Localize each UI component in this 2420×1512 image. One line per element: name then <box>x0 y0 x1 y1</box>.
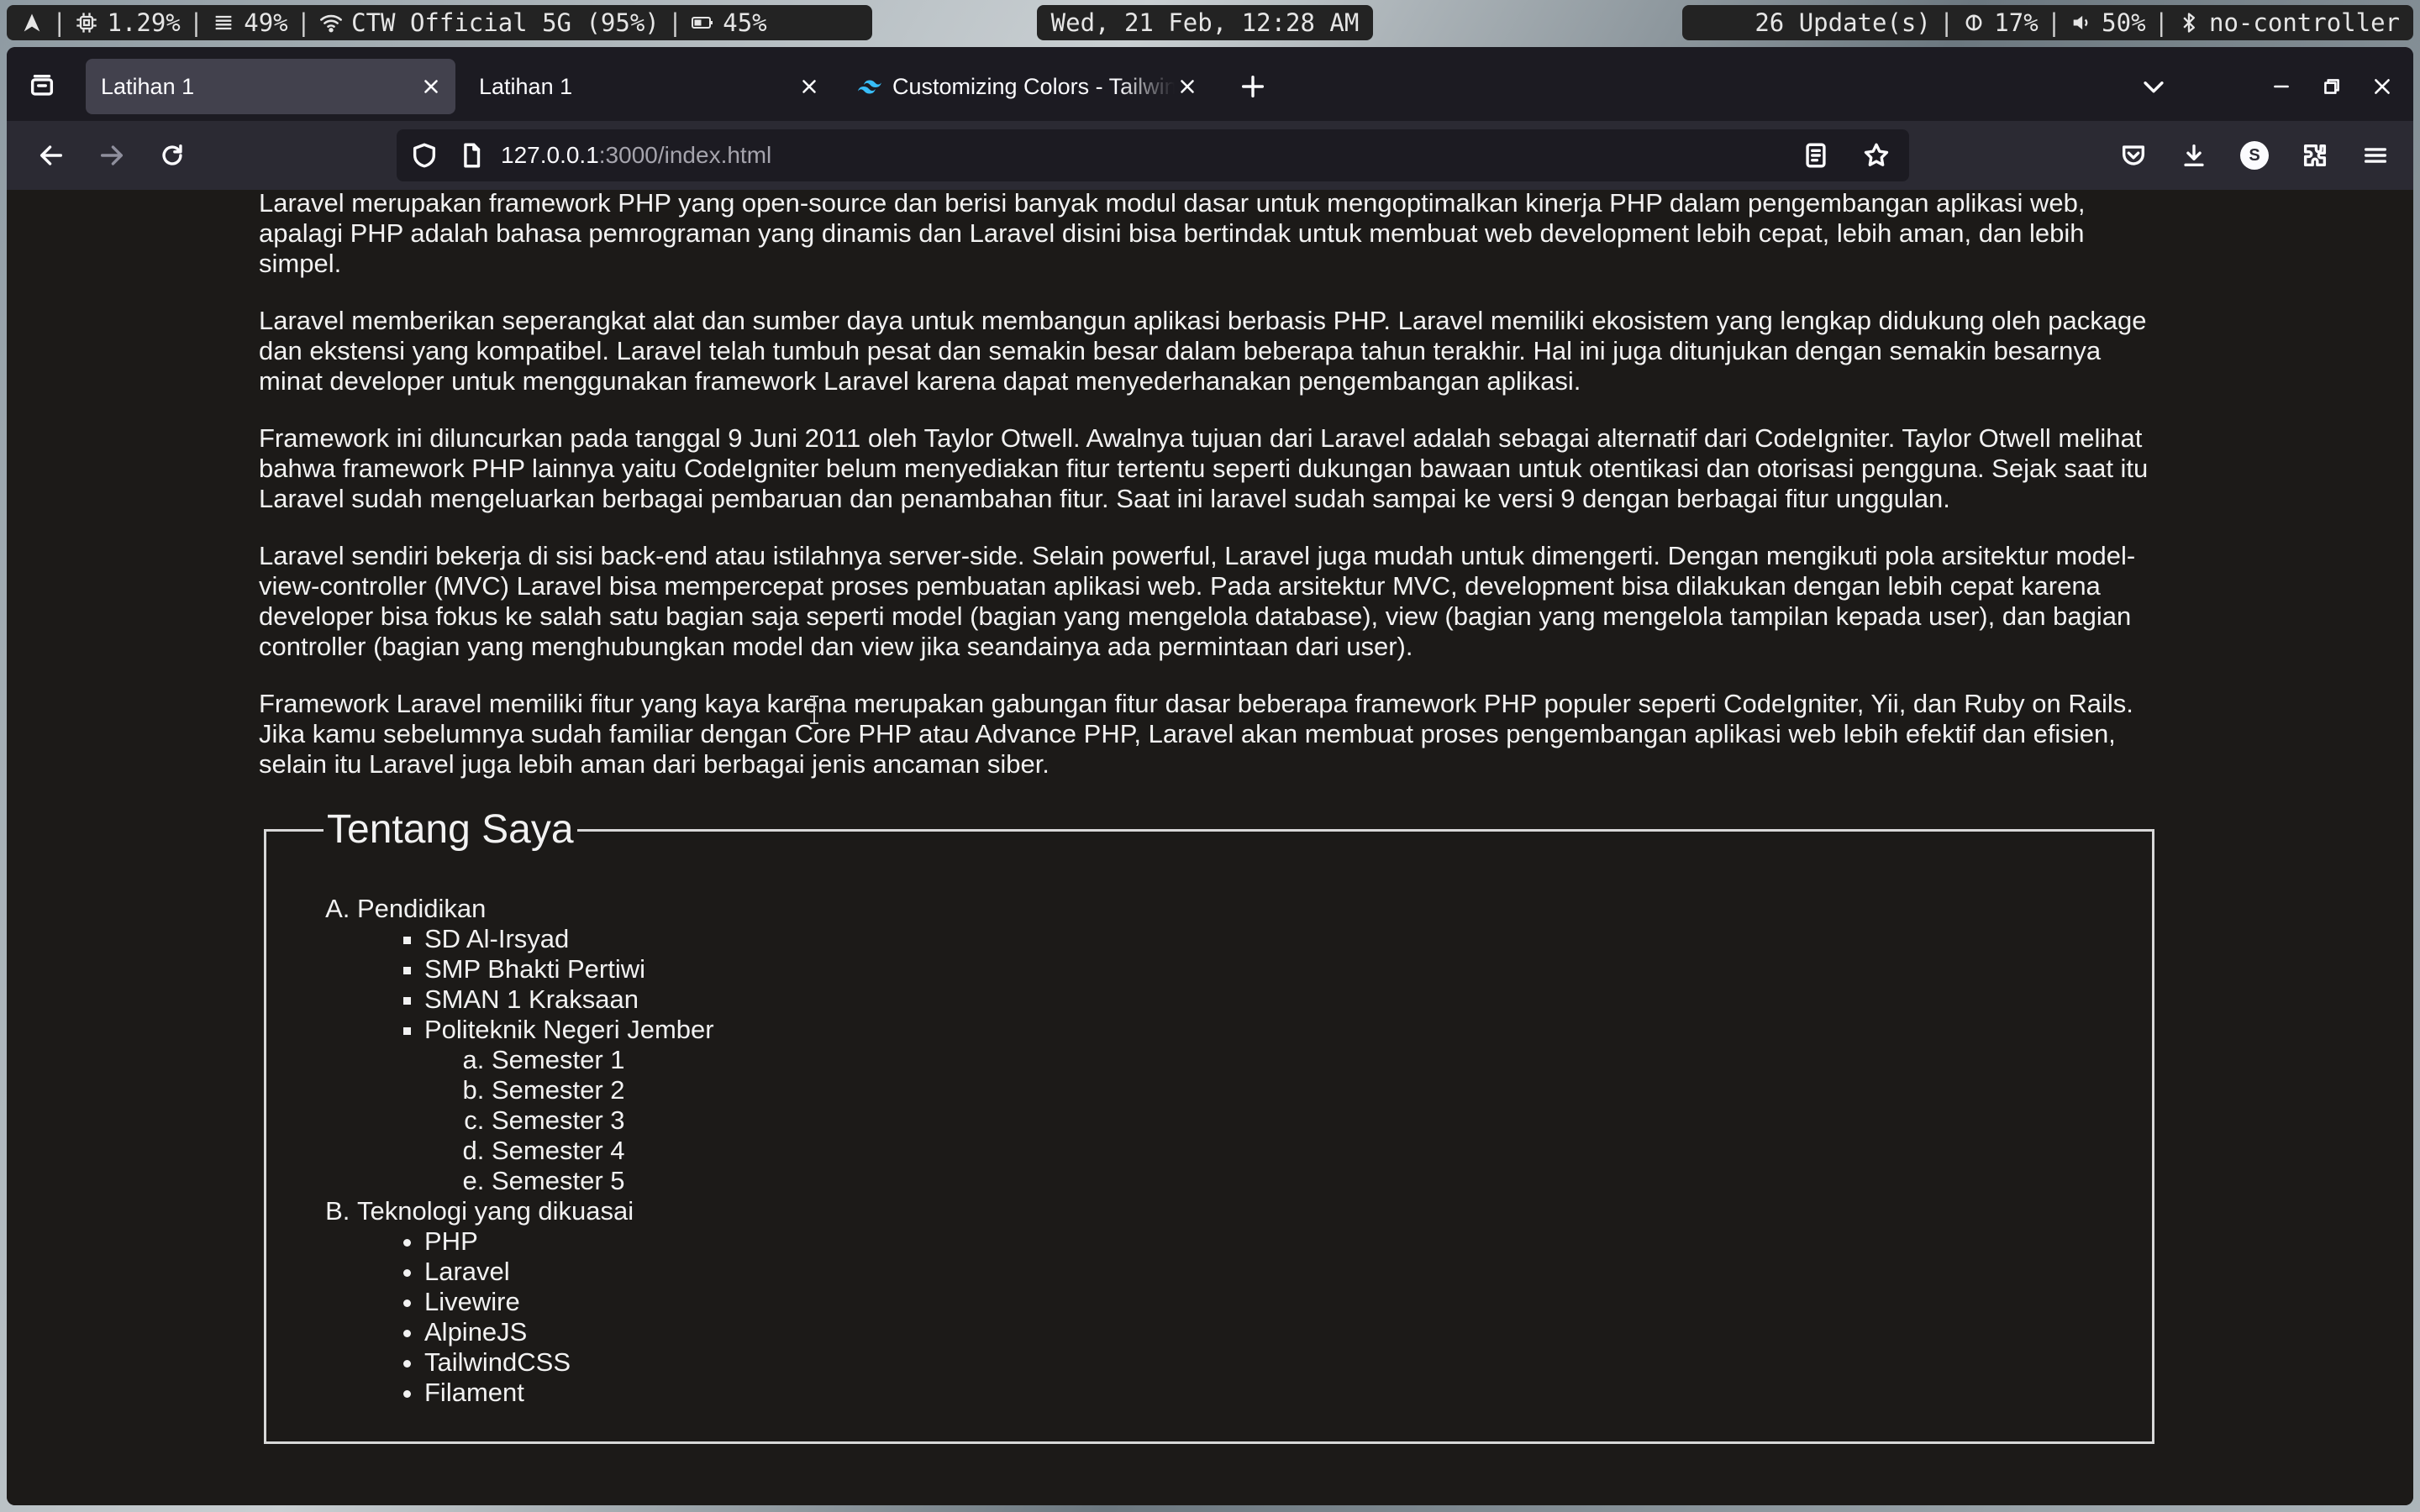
bluetooth-status[interactable]: no-controller <box>2209 8 2400 37</box>
account-avatar[interactable]: S <box>2235 136 2274 175</box>
article-paragraph: Laravel sendiri bekerja di sisi back-end… <box>259 541 2136 661</box>
list-item: Semester 3 <box>492 1105 2095 1136</box>
wifi-network[interactable]: CTW Official 5G (95%) <box>351 8 660 37</box>
semester-list: Semester 1 Semester 2 Semester 3 Semeste… <box>424 1045 2095 1196</box>
page-viewport[interactable]: Laravel merupakan framework PHP yang ope… <box>7 190 2413 1505</box>
back-arrow-icon[interactable] <box>32 136 71 175</box>
cpu-icon <box>75 11 98 34</box>
list-item: AlpineJS <box>424 1317 2095 1347</box>
shield-icon[interactable] <box>410 141 439 170</box>
minimize-icon[interactable] <box>2262 67 2301 106</box>
about-me-list: Pendidikan SD Al-Irsyad SMP Bhakti Perti… <box>324 894 2095 1408</box>
menu-hamburger-icon[interactable] <box>2356 136 2395 175</box>
volume-level[interactable]: 50% <box>2102 8 2145 37</box>
tech-list: PHP Laravel Livewire AlpineJS TailwindCS… <box>357 1226 2095 1408</box>
list-all-tabs-chevron-down-icon[interactable] <box>2134 67 2173 106</box>
tab-title: Latihan 1 <box>101 73 195 99</box>
list-item: PHP <box>424 1226 2095 1257</box>
about-me-legend: Tentang Saya <box>327 807 574 852</box>
bluetooth-icon <box>2177 11 2201 34</box>
avatar-initial: S <box>2240 141 2269 170</box>
downloads-icon[interactable] <box>2175 136 2213 175</box>
tab-title: Latihan 1 <box>479 73 573 99</box>
clock[interactable]: Wed, 21 Feb, 12:28 AM <box>1051 8 1360 37</box>
school-label: Politeknik Negeri Jember <box>424 1015 714 1044</box>
pocket-icon[interactable] <box>2114 136 2153 175</box>
address-bar[interactable]: 127.0.0.1:3000/index.html <box>397 129 1909 181</box>
list-item: Semester 5 <box>492 1166 2095 1196</box>
memory-icon <box>212 11 235 34</box>
list-item: TailwindCSS <box>424 1347 2095 1378</box>
separator: | <box>2154 8 2170 37</box>
article-paragraph: Laravel merupakan framework PHP yang ope… <box>259 190 2086 278</box>
brightness-icon <box>1962 11 1986 34</box>
list-item: SMP Bhakti Pertiwi <box>424 954 2095 984</box>
article-paragraph: Framework Laravel memiliki fitur yang ka… <box>259 689 2133 779</box>
reader-view-icon[interactable] <box>1797 136 1835 175</box>
list-item: Laravel <box>424 1257 2095 1287</box>
text-cursor-icon <box>808 696 820 724</box>
system-status-bar: | 1.29% | 49% | CTW Official 5G (95%) | … <box>0 0 2420 47</box>
restore-icon[interactable] <box>2312 67 2351 106</box>
tailwind-logo-icon <box>857 74 882 99</box>
article-paragraph: Framework ini diluncurkan pada tanggal 9… <box>259 423 2149 513</box>
memory-usage: 49% <box>244 8 288 37</box>
url-host: 127.0.0.1 <box>501 142 599 168</box>
status-left-group: | 1.29% | 49% | CTW Official 5G (95%) | … <box>7 5 872 40</box>
tab-latihan-1-active[interactable]: Latihan 1 <box>86 59 455 114</box>
status-right-group: 26 Update(s) | 17% | 50% | no-controller <box>1682 5 2413 40</box>
separator: | <box>296 8 312 37</box>
list-item: Semester 4 <box>492 1136 2095 1166</box>
separator: | <box>52 8 67 37</box>
brightness-level[interactable]: 17% <box>1994 8 2038 37</box>
list-item: SMAN 1 Kraksaan <box>424 984 2095 1015</box>
tab-tailwind-colors[interactable]: Customizing Colors - Tailwind CSS <box>842 59 1212 114</box>
page-info-icon[interactable] <box>457 141 486 170</box>
bookmark-star-icon[interactable] <box>1857 136 1896 175</box>
tab-bar: Latihan 1 Latihan 1 Customizing Colors -… <box>7 47 2413 121</box>
tab-latihan-1[interactable]: Latihan 1 <box>464 59 834 114</box>
article-paragraph: Laravel memberikan seperangkat alat dan … <box>259 306 2147 396</box>
close-window-icon[interactable] <box>2363 67 2402 106</box>
separator: | <box>1939 8 1954 37</box>
forward-arrow-icon[interactable] <box>92 136 131 175</box>
list-item: Filament <box>424 1378 2095 1408</box>
separator: | <box>667 8 683 37</box>
url-text[interactable]: 127.0.0.1:3000/index.html <box>501 142 771 169</box>
list-item: Livewire <box>424 1287 2095 1317</box>
separator: | <box>188 8 204 37</box>
battery-level: 45% <box>723 8 767 37</box>
url-path: :3000/index.html <box>598 142 772 168</box>
tab-title: Customizing Colors - Tailwind CSS <box>892 73 1175 99</box>
tab-close-icon[interactable] <box>1175 74 1200 99</box>
updates-count[interactable]: 26 Update(s) <box>1754 8 1931 37</box>
browser-window: Latihan 1 Latihan 1 Customizing Colors -… <box>7 47 2413 1505</box>
battery-icon <box>691 11 714 34</box>
school-list: SD Al-Irsyad SMP Bhakti Pertiwi SMAN 1 K… <box>357 924 2095 1196</box>
list-item: Semester 1 <box>492 1045 2095 1075</box>
new-tab-button[interactable] <box>1235 69 1270 104</box>
status-center-group: Wed, 21 Feb, 12:28 AM <box>1037 5 1373 40</box>
about-me-fieldset: Tentang Saya Pendidikan SD Al-Irsyad SMP… <box>264 806 2154 1444</box>
education-label: Pendidikan <box>357 894 487 923</box>
list-item: SD Al-Irsyad <box>424 924 2095 954</box>
list-item-education: Pendidikan SD Al-Irsyad SMP Bhakti Perti… <box>357 894 2095 1196</box>
tab-close-icon[interactable] <box>797 74 822 99</box>
cpu-usage: 1.29% <box>107 8 181 37</box>
extensions-icon[interactable] <box>2296 136 2334 175</box>
tech-label: Teknologi yang dikuasai <box>357 1196 634 1226</box>
navigation-toolbar: 127.0.0.1:3000/index.html S <box>7 121 2413 190</box>
list-item-polije: Politeknik Negeri Jember Semester 1 Seme… <box>424 1015 2095 1196</box>
list-item: Semester 2 <box>492 1075 2095 1105</box>
page-content: Laravel merupakan framework PHP yang ope… <box>259 190 2166 1444</box>
wifi-icon <box>319 11 343 34</box>
list-item-tech: Teknologi yang dikuasai PHP Laravel Live… <box>357 1196 2095 1408</box>
arch-logo-icon[interactable] <box>20 11 44 34</box>
reload-icon[interactable] <box>153 136 192 175</box>
firefox-view-button[interactable] <box>22 66 62 106</box>
tab-close-icon[interactable] <box>418 74 444 99</box>
volume-icon <box>2070 11 2093 34</box>
separator: | <box>2046 8 2062 37</box>
